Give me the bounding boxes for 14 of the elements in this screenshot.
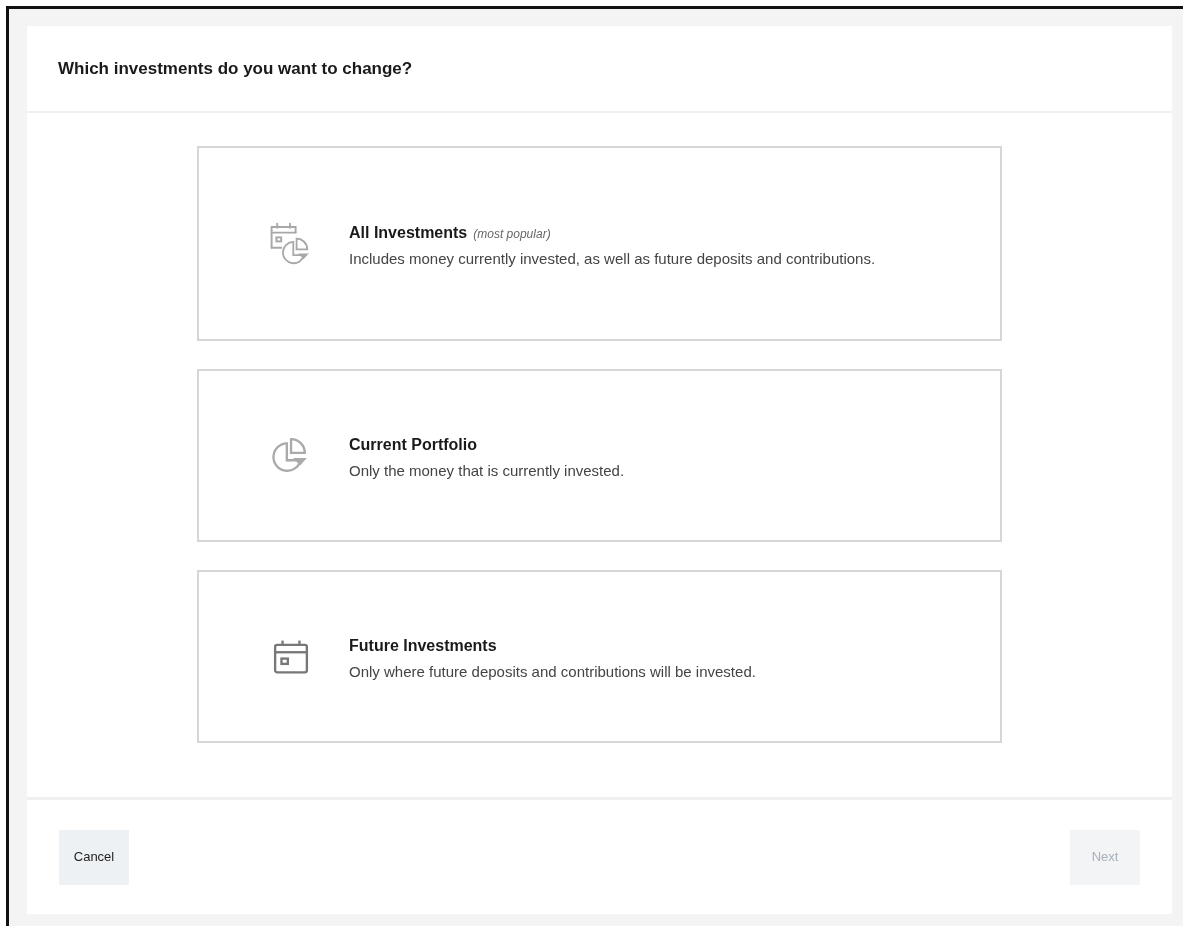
pie-chart-icon: [271, 436, 309, 475]
calendar-pie-icon: [269, 221, 309, 266]
option-card[interactable]: All Investments (most popular) Includes money currently invested, as well as future deposits and contributions.: [197, 146, 1002, 341]
option-card[interactable]: Future Investments Only where future deposits and contributions will be invested.: [197, 570, 1002, 743]
option-description: Includes money currently invested, as well as future deposits and contributions.: [349, 250, 876, 267]
option-description: Only where future deposits and contributions will be invested.: [349, 663, 756, 680]
option-title: All Investments: [349, 222, 468, 243]
option-card[interactable]: Current Portfolio Only the money that is currently invested.: [197, 369, 1002, 542]
dialog-title: Which investments do you want to change?: [58, 57, 413, 80]
option-description: Only the money that is currently invested.: [349, 462, 625, 479]
option-title: Future Investments: [349, 635, 497, 656]
option-note: (most popular): [473, 225, 551, 243]
cancel-button[interactable]: Cancel: [59, 829, 129, 885]
option-title: Current Portfolio: [349, 434, 477, 455]
